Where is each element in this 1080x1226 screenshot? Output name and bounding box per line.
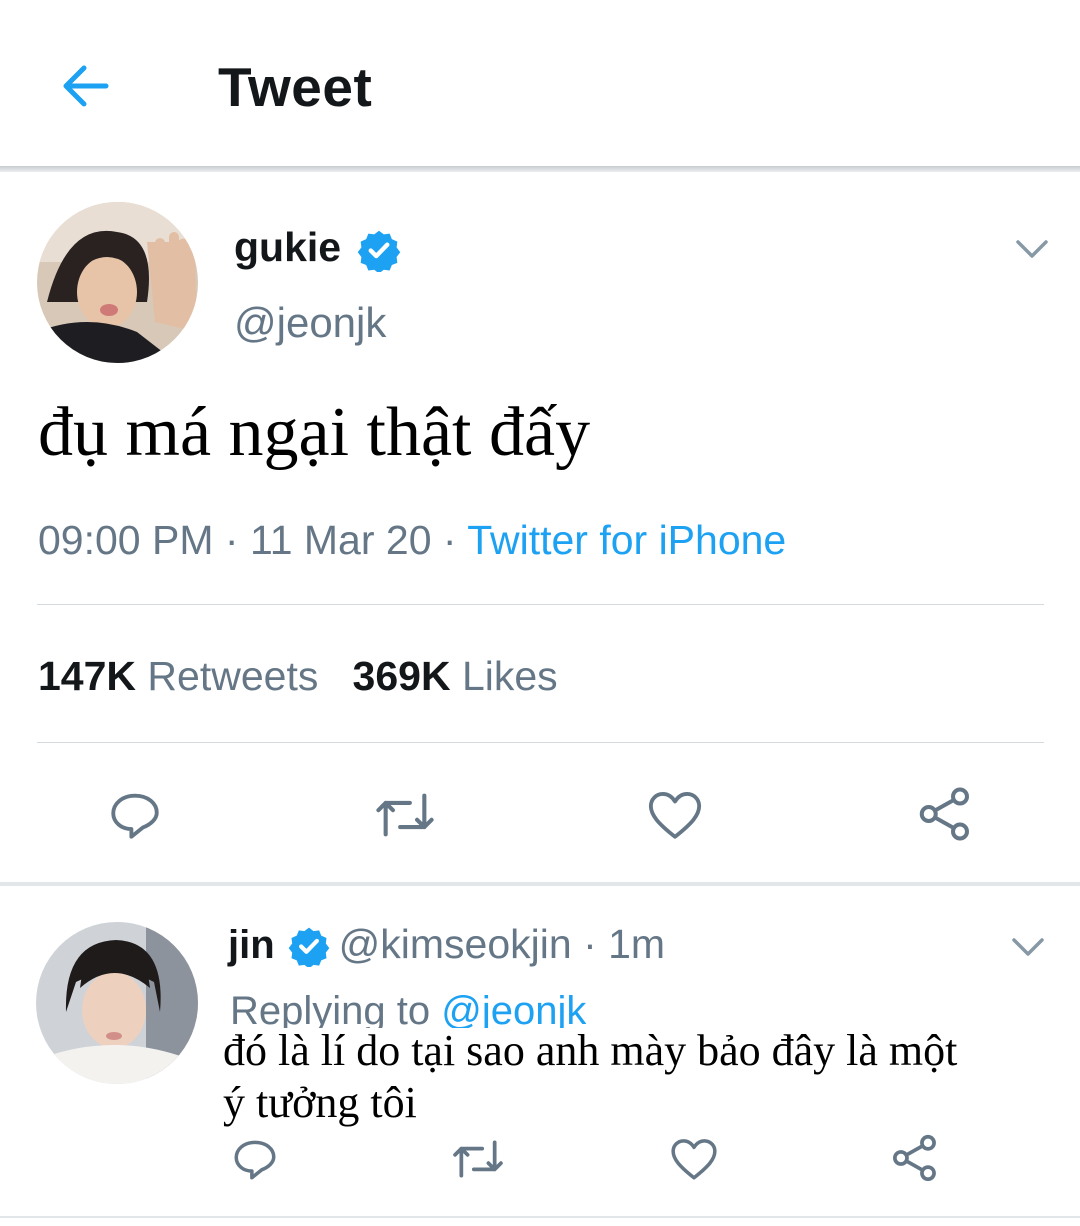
- likes-stat[interactable]: 369K Likes: [353, 653, 558, 699]
- divider: [37, 742, 1044, 743]
- tweet-stats: 147K Retweets 369K Likes: [38, 650, 558, 702]
- like-icon[interactable]: [646, 786, 704, 844]
- likes-label: Likes: [461, 653, 558, 699]
- meta-separator: ·: [213, 517, 250, 563]
- reply-author-display-name[interactable]: jin: [228, 923, 275, 967]
- likes-count: 369K: [352, 653, 451, 699]
- chevron-down-icon[interactable]: [1008, 930, 1048, 964]
- page-title: Tweet: [218, 56, 373, 118]
- meta-separator: ·: [571, 921, 609, 967]
- tweet-source-link[interactable]: Twitter for iPhone: [467, 517, 786, 563]
- top-bar: Tweet: [0, 0, 1080, 168]
- meta-separator: ·: [431, 517, 468, 563]
- header-divider: [0, 166, 1080, 172]
- retweet-icon[interactable]: [450, 1134, 506, 1184]
- verified-badge-icon: [357, 230, 401, 272]
- bottom-divider: [0, 1216, 1080, 1218]
- section-divider: [0, 882, 1080, 886]
- tweet-time: 09:00 PM: [38, 517, 214, 563]
- share-icon[interactable]: [888, 1132, 942, 1184]
- replying-to-mention[interactable]: @jeonjk: [441, 989, 586, 1028]
- reply-icon[interactable]: [106, 786, 164, 844]
- tweet-date: 11 Mar 20: [249, 517, 432, 563]
- retweets-label: Retweets: [147, 653, 319, 699]
- chevron-down-icon[interactable]: [1012, 232, 1052, 266]
- reply-text: đó là lí do tại sao anh mày bảo đây là m…: [223, 1026, 958, 1127]
- reply-icon[interactable]: [230, 1134, 280, 1184]
- retweet-icon[interactable]: [372, 786, 438, 844]
- replying-to-label: Replying to: [230, 989, 442, 1028]
- replying-to: Replying to @jeonjk: [230, 985, 586, 1028]
- reply-author-handle[interactable]: @kimseokjin: [339, 921, 572, 967]
- share-icon[interactable]: [914, 784, 976, 844]
- tweet-text: đụ má ngại thật đấy: [38, 394, 591, 471]
- reply-author-avatar[interactable]: [36, 922, 198, 1084]
- author-handle[interactable]: @jeonjk: [234, 298, 386, 348]
- author-display-name[interactable]: gukie: [234, 222, 341, 272]
- like-icon[interactable]: [668, 1134, 720, 1184]
- retweets-stat[interactable]: 147K Retweets: [38, 653, 318, 699]
- retweets-count: 147K: [38, 653, 137, 699]
- reply-time: 1m: [608, 921, 666, 967]
- verified-badge-icon: [288, 927, 330, 967]
- divider: [37, 604, 1044, 605]
- author-avatar[interactable]: [37, 202, 198, 363]
- tweet-metadata: 09:00 PM · 11 Mar 20 · Twitter for iPhon…: [38, 514, 786, 566]
- back-arrow-icon[interactable]: [56, 56, 116, 116]
